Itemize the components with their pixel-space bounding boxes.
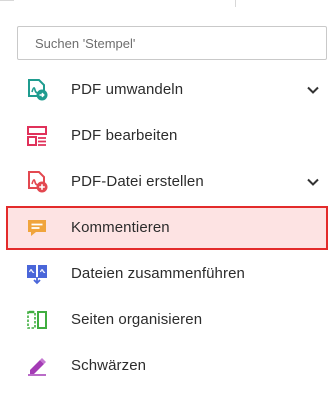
menu-item-label: Dateien zusammenführen (71, 265, 245, 282)
create-pdf-icon (25, 170, 49, 194)
top-divider (0, 0, 334, 8)
menu-item-pdf-datei-erstellen[interactable]: PDF-Datei erstellen (8, 162, 326, 202)
search-input[interactable] (18, 27, 326, 59)
chevron-down-icon[interactable] (306, 83, 320, 97)
redact-icon (25, 354, 49, 378)
menu-item-label: Seiten organisieren (71, 311, 203, 328)
combine-files-icon (25, 262, 49, 286)
menu-item-schwaerzen[interactable]: Schwärzen (8, 346, 326, 386)
menu-item-label: PDF bearbeiten (71, 127, 178, 144)
edit-pdf-icon (25, 124, 49, 148)
menu-item-kommentieren[interactable]: Kommentieren (6, 206, 328, 250)
menu-item-label: Kommentieren (71, 219, 170, 236)
menu-item-pdf-bearbeiten[interactable]: PDF bearbeiten (8, 116, 326, 156)
menu-item-dateien-zusammenfuehren[interactable]: Dateien zusammenführen (8, 254, 326, 294)
menu-item-label: PDF umwandeln (71, 81, 184, 98)
comment-icon (25, 216, 49, 240)
menu-item-pdf-umwandeln[interactable]: PDF umwandeln (8, 70, 326, 110)
organize-pages-icon (25, 308, 49, 332)
tools-panel: PDF umwandeln PDF bearbeiten (0, 8, 334, 403)
search-field[interactable] (17, 26, 327, 60)
pdf-convert-icon (25, 78, 49, 102)
menu-item-label: Schwärzen (71, 357, 147, 374)
menu-item-seiten-organisieren[interactable]: Seiten organisieren (8, 300, 326, 340)
menu-item-label: PDF-Datei erstellen (71, 173, 204, 190)
chevron-down-icon[interactable] (306, 175, 320, 189)
